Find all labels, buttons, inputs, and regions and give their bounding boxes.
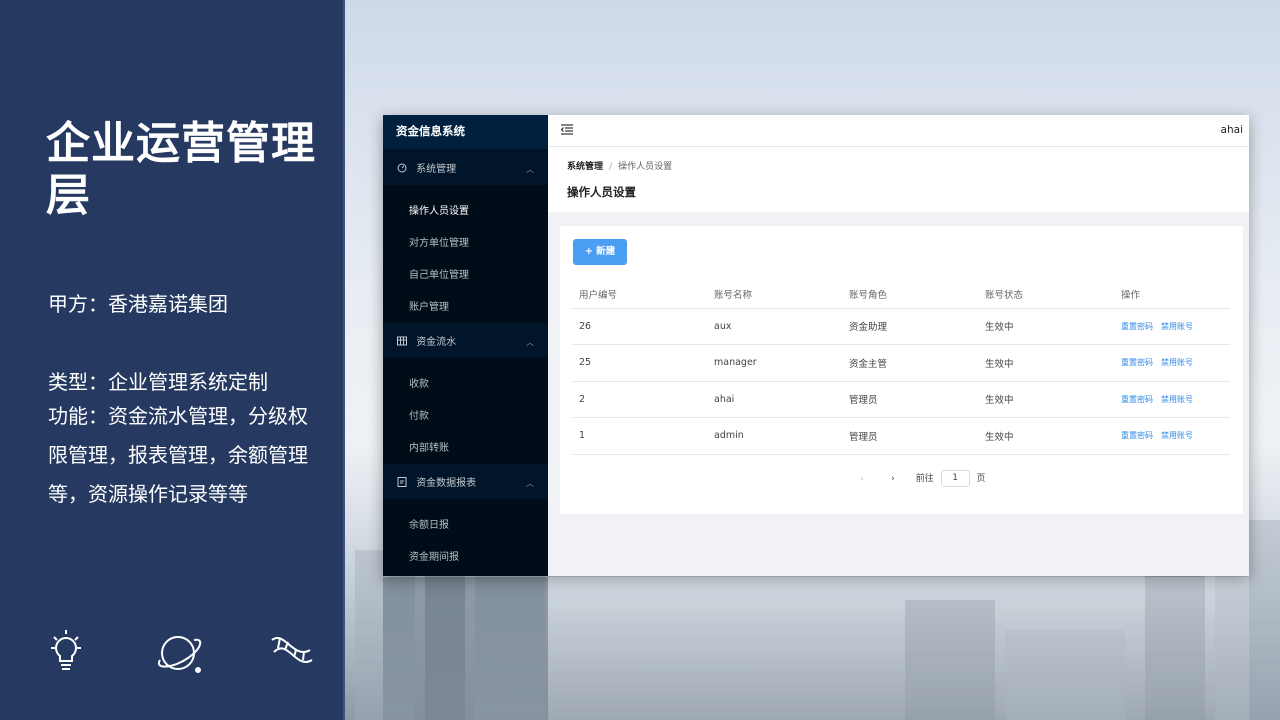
- sidebar-group-label: 资金数据报表: [416, 478, 477, 489]
- info-panel: 企业运营管理层 甲方：香港嘉诺集团 类型：企业管理系统定制 功能：资金流水管理，…: [0, 0, 345, 720]
- lightbulb-icon: [51, 630, 81, 670]
- breadcrumb-item: 操作人员设置: [618, 162, 673, 172]
- table-row: 25 manager 资金主管 生效中 重置密码 禁用账号: [572, 344, 1230, 382]
- sidebar-group-label: 资金流水: [416, 337, 457, 348]
- cell-role: 资金助理: [842, 308, 978, 345]
- page-header: 系统管理 / 操作人员设置 操作人员设置: [548, 147, 1249, 212]
- table-row: 1 admin 管理员 生效中 重置密码 禁用账号: [572, 417, 1230, 455]
- dna-icon: [271, 637, 313, 663]
- cell-status: 生效中: [978, 381, 1114, 418]
- sidebar-item-payments[interactable]: 付款: [383, 402, 548, 432]
- cell-status: 生效中: [978, 308, 1114, 345]
- app-brand: 资金信息系统: [383, 115, 548, 149]
- operator-table: 用户编号 账号名称 账号角色 账号状态 操作 26 aux 资金助理 生效中 重…: [572, 280, 1230, 455]
- disable-account-link[interactable]: 禁用账号: [1161, 358, 1193, 367]
- cell-name: manager: [707, 344, 842, 382]
- new-button[interactable]: + 新建: [573, 239, 627, 265]
- page-number-input[interactable]: 1: [940, 470, 970, 487]
- content-card: + 新建 用户编号 账号名称 账号角色 账号状态 操作 26 aux 资金助理 …: [560, 226, 1243, 514]
- prev-page-button[interactable]: ‹: [848, 470, 876, 488]
- pagination: ‹ › 前往 1 页: [848, 470, 986, 488]
- cell-actions: 重置密码 禁用账号: [1114, 381, 1230, 418]
- page-suffix: 页: [976, 474, 986, 484]
- page-title: 操作人员设置: [567, 185, 636, 199]
- slide-title: 企业运营管理层: [46, 118, 316, 221]
- table-row: 26 aux 资金助理 生效中 重置密码 禁用账号: [572, 308, 1230, 345]
- app-window: 资金信息系统 系统管理 ︿ 操作人员设置 对方单位管理 自己单位管理 账户管理 …: [383, 115, 1249, 576]
- disable-account-link[interactable]: 禁用账号: [1161, 431, 1193, 440]
- next-page-button[interactable]: ›: [879, 470, 907, 488]
- reset-password-link[interactable]: 重置密码: [1121, 322, 1153, 331]
- sidebar-group-system[interactable]: 系统管理 ︿: [383, 155, 548, 185]
- breadcrumb-separator: /: [609, 162, 613, 172]
- disable-account-link[interactable]: 禁用账号: [1161, 322, 1193, 331]
- reset-password-link[interactable]: 重置密码: [1121, 431, 1153, 440]
- cell-name: aux: [707, 308, 842, 345]
- column-header: 操作: [1114, 280, 1230, 309]
- chevron-up-icon: ︿: [526, 165, 534, 174]
- reset-password-link[interactable]: 重置密码: [1121, 395, 1153, 404]
- breadcrumb: 系统管理 / 操作人员设置: [567, 159, 672, 172]
- disable-account-link[interactable]: 禁用账号: [1161, 395, 1193, 404]
- sidebar-group-cashflow[interactable]: 资金流水 ︿: [383, 328, 548, 358]
- cell-actions: 重置密码 禁用账号: [1114, 417, 1230, 455]
- reset-password-link[interactable]: 重置密码: [1121, 358, 1153, 367]
- sidebar-item-transfer[interactable]: 内部转账: [383, 434, 548, 464]
- sidebar-item-receipts[interactable]: 收款: [383, 370, 548, 400]
- sidebar-item-operator-settings[interactable]: 操作人员设置: [383, 197, 548, 227]
- report-icon: [397, 477, 407, 487]
- sidebar-item-own-unit[interactable]: 自己单位管理: [383, 261, 548, 291]
- column-header: 账号角色: [842, 280, 978, 309]
- user-name[interactable]: ahai: [1221, 124, 1243, 136]
- sidebar-item-balance-daily[interactable]: 余额日报: [383, 511, 548, 541]
- cell-name: ahai: [707, 381, 842, 418]
- sidebar-group-label: 系统管理: [416, 164, 457, 175]
- column-header: 账号状态: [978, 280, 1114, 309]
- table-icon: [397, 336, 407, 346]
- column-header: 账号名称: [707, 280, 842, 309]
- sidebar-item-accounts[interactable]: 账户管理: [383, 293, 548, 323]
- breadcrumb-item[interactable]: 系统管理: [567, 162, 603, 172]
- cell-name: admin: [707, 417, 842, 455]
- planet-icon: [157, 636, 202, 673]
- cell-status: 生效中: [978, 417, 1114, 455]
- cell-role: 管理员: [842, 417, 978, 455]
- sidebar-item-period-report[interactable]: 资金期间报: [383, 543, 548, 573]
- table-header-row: 用户编号 账号名称 账号角色 账号状态 操作: [572, 280, 1230, 309]
- cell-id: 26: [572, 308, 707, 345]
- dashboard-icon: [397, 163, 407, 173]
- menu-fold-icon[interactable]: [561, 124, 573, 135]
- cell-status: 生效中: [978, 344, 1114, 382]
- cell-actions: 重置密码 禁用账号: [1114, 308, 1230, 345]
- cell-id: 25: [572, 344, 707, 382]
- icon-row: [46, 630, 316, 678]
- chevron-up-icon: ︿: [526, 479, 534, 488]
- sidebar-group-reports[interactable]: 资金数据报表 ︿: [383, 469, 548, 499]
- features-text: 功能：资金流水管理，分级权限管理，报表管理，余额管理等，资源操作记录等等: [48, 404, 308, 506]
- table-row: 2 ahai 管理员 生效中 重置密码 禁用账号: [572, 381, 1230, 418]
- sidebar: 资金信息系统 系统管理 ︿ 操作人员设置 对方单位管理 自己单位管理 账户管理 …: [383, 115, 548, 576]
- column-header: 用户编号: [572, 280, 707, 309]
- sidebar-item-counterparty[interactable]: 对方单位管理: [383, 229, 548, 259]
- goto-label: 前往: [915, 474, 934, 484]
- cell-role: 管理员: [842, 381, 978, 418]
- cell-actions: 重置密码 禁用账号: [1114, 344, 1230, 382]
- cell-id: 1: [572, 417, 707, 455]
- cell-id: 2: [572, 381, 707, 418]
- type-text: 类型：企业管理系统定制: [48, 370, 268, 394]
- top-bar: ahai: [548, 115, 1249, 147]
- client-text: 甲方：香港嘉诺集团: [48, 292, 228, 316]
- cell-role: 资金主管: [842, 344, 978, 382]
- chevron-up-icon: ︿: [526, 338, 534, 347]
- main-area: ahai 系统管理 / 操作人员设置 操作人员设置 + 新建 用户编号 账号名称 账…: [548, 115, 1249, 576]
